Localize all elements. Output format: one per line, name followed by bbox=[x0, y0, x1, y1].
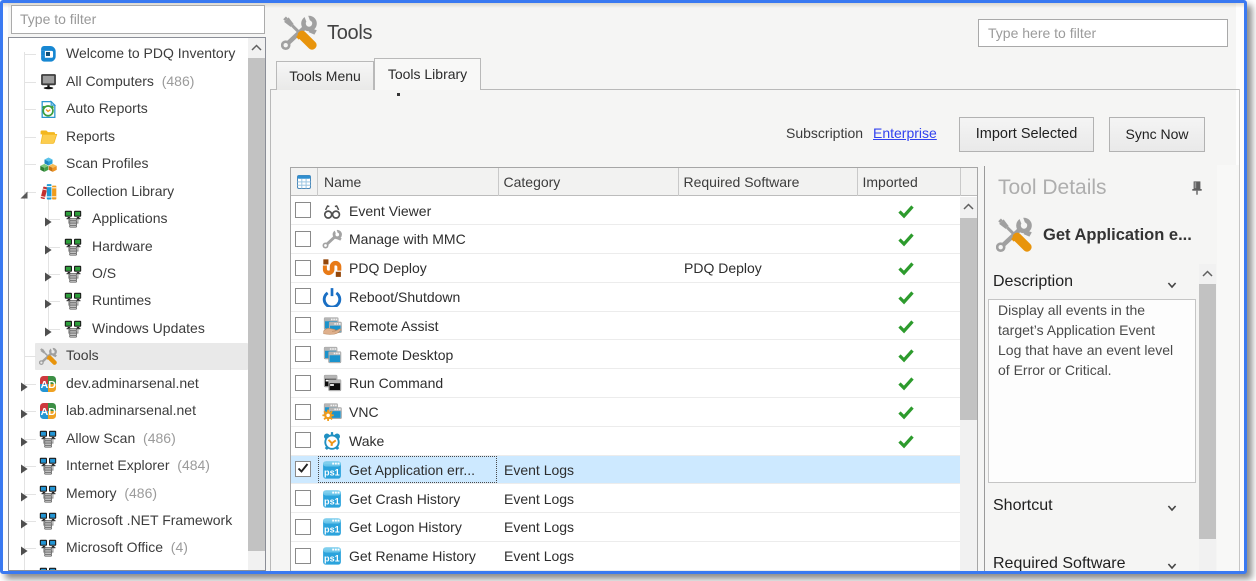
svg-text:AD: AD bbox=[41, 406, 57, 418]
svg-text:AD: AD bbox=[41, 379, 57, 391]
svg-text:ps1: ps1 bbox=[324, 496, 340, 506]
svg-text:ps1: ps1 bbox=[324, 525, 340, 535]
svg-text:ps1: ps1 bbox=[324, 467, 340, 477]
svg-text:ps1: ps1 bbox=[324, 553, 340, 563]
